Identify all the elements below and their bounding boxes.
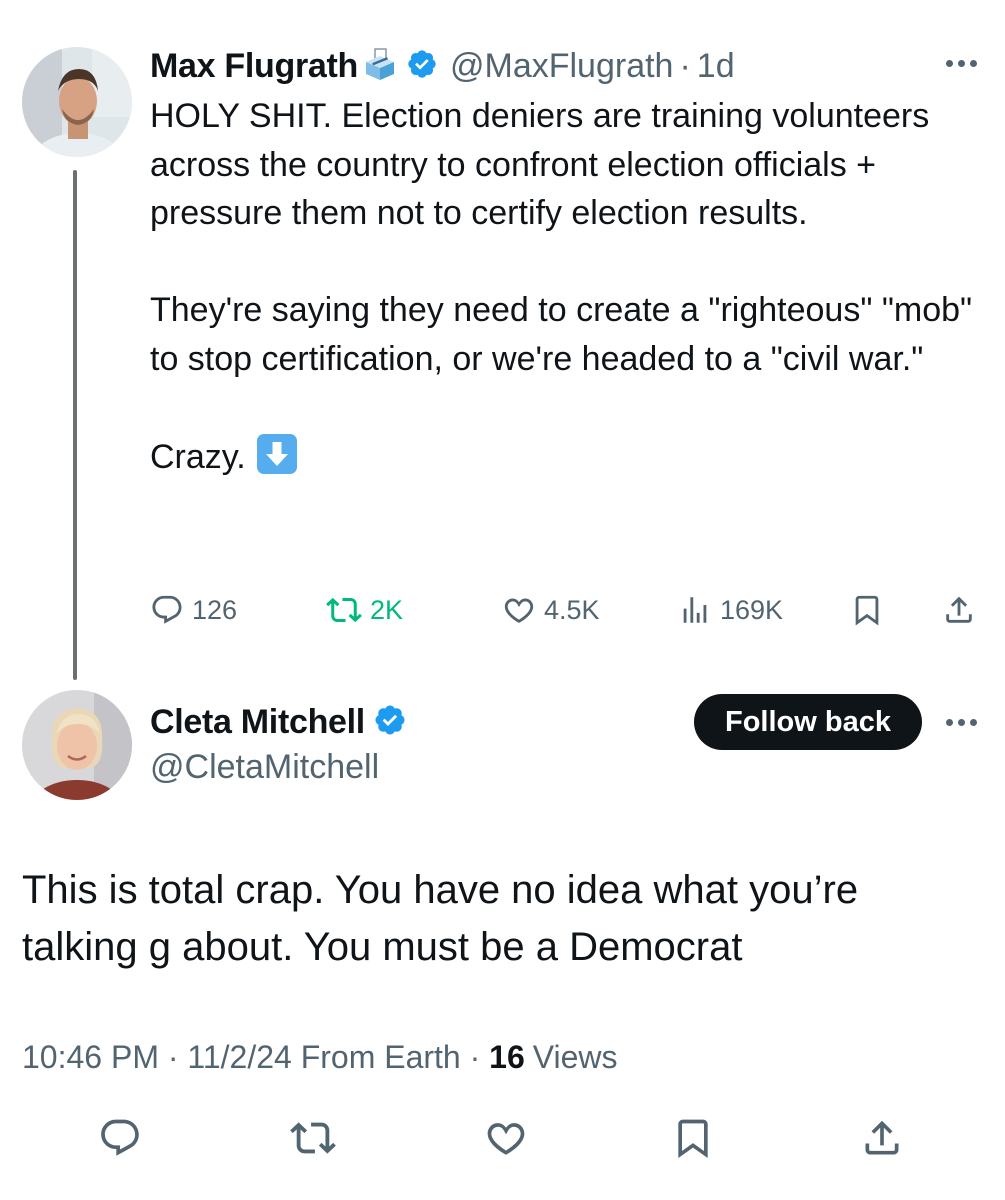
reply-author-handle[interactable]: @CletaMitchell bbox=[150, 748, 379, 787]
bookmark-icon bbox=[855, 595, 879, 626]
heart-icon bbox=[504, 598, 534, 623]
like-count: 4.5K bbox=[544, 594, 600, 625]
views-count: 169K bbox=[720, 594, 784, 625]
author-handle[interactable]: @MaxFlugrath bbox=[450, 47, 673, 86]
more-options-icon[interactable] bbox=[946, 719, 977, 726]
quoted-tweet-header: Max Flugrath @MaxFlugrath · 1d bbox=[150, 44, 735, 88]
author-name[interactable]: Max Flugrath bbox=[150, 47, 358, 86]
tweet-time[interactable]: 1d bbox=[697, 47, 735, 86]
avatar-cleta-mitchell[interactable] bbox=[22, 690, 132, 800]
repost-button[interactable] bbox=[287, 1112, 339, 1164]
tweet-timestamp[interactable]: 10:46 PM · 11/2/24 From Earth · bbox=[22, 1039, 489, 1076]
reply-icon bbox=[152, 595, 182, 624]
reply-button[interactable]: 126 bbox=[150, 588, 237, 632]
thread-connector-line bbox=[73, 170, 77, 680]
views-chart-icon bbox=[683, 597, 707, 623]
follow-back-button[interactable]: Follow back bbox=[694, 694, 922, 750]
reply-author-name[interactable]: Cleta Mitchell bbox=[150, 703, 365, 742]
like-button[interactable]: 4.5K bbox=[502, 588, 600, 632]
repost-icon bbox=[290, 1122, 336, 1154]
more-options-icon[interactable] bbox=[946, 60, 977, 67]
views-button[interactable]: 169K bbox=[678, 588, 783, 632]
verified-badge-icon[interactable] bbox=[373, 703, 407, 742]
share-icon bbox=[865, 1120, 899, 1155]
share-button[interactable] bbox=[942, 588, 976, 632]
reply-icon bbox=[101, 1119, 139, 1156]
repost-icon bbox=[326, 597, 362, 623]
tweet-metadata: 10:46 PM · 11/2/24 From Earth · 16 Views bbox=[22, 1034, 618, 1080]
repost-button[interactable]: 2K bbox=[326, 588, 403, 632]
repost-count: 2K bbox=[370, 594, 404, 625]
verified-badge-icon[interactable] bbox=[406, 48, 438, 85]
reply-tweet-text: This is total crap. You have no idea wha… bbox=[22, 868, 870, 969]
bookmark-button[interactable] bbox=[850, 588, 884, 632]
reply-count: 126 bbox=[192, 594, 238, 625]
dot-separator: · bbox=[679, 46, 691, 85]
heart-icon bbox=[487, 1123, 525, 1155]
share-icon bbox=[946, 596, 972, 623]
avatar-max-flugrath[interactable] bbox=[22, 47, 132, 157]
like-button[interactable] bbox=[480, 1112, 532, 1164]
reply-tweet-actions bbox=[0, 1112, 1005, 1164]
reply-button[interactable] bbox=[94, 1112, 146, 1164]
quoted-tweet-body: HOLY SHIT. Election deniers are training… bbox=[150, 97, 973, 476]
view-count: 16 bbox=[489, 1038, 525, 1075]
quoted-tweet-text: HOLY SHIT. Election deniers are training… bbox=[150, 92, 980, 481]
down-arrow-emoji-icon bbox=[255, 432, 299, 476]
views-label: Views bbox=[532, 1038, 618, 1075]
bookmark-icon bbox=[678, 1119, 708, 1159]
quoted-tweet-actions: 126 2K 4.5K 169K bbox=[150, 588, 985, 632]
share-button[interactable] bbox=[856, 1112, 908, 1164]
reply-author-row: Cleta Mitchell bbox=[150, 700, 407, 744]
bookmark-button[interactable] bbox=[667, 1112, 719, 1164]
ballot-box-icon bbox=[362, 46, 398, 87]
